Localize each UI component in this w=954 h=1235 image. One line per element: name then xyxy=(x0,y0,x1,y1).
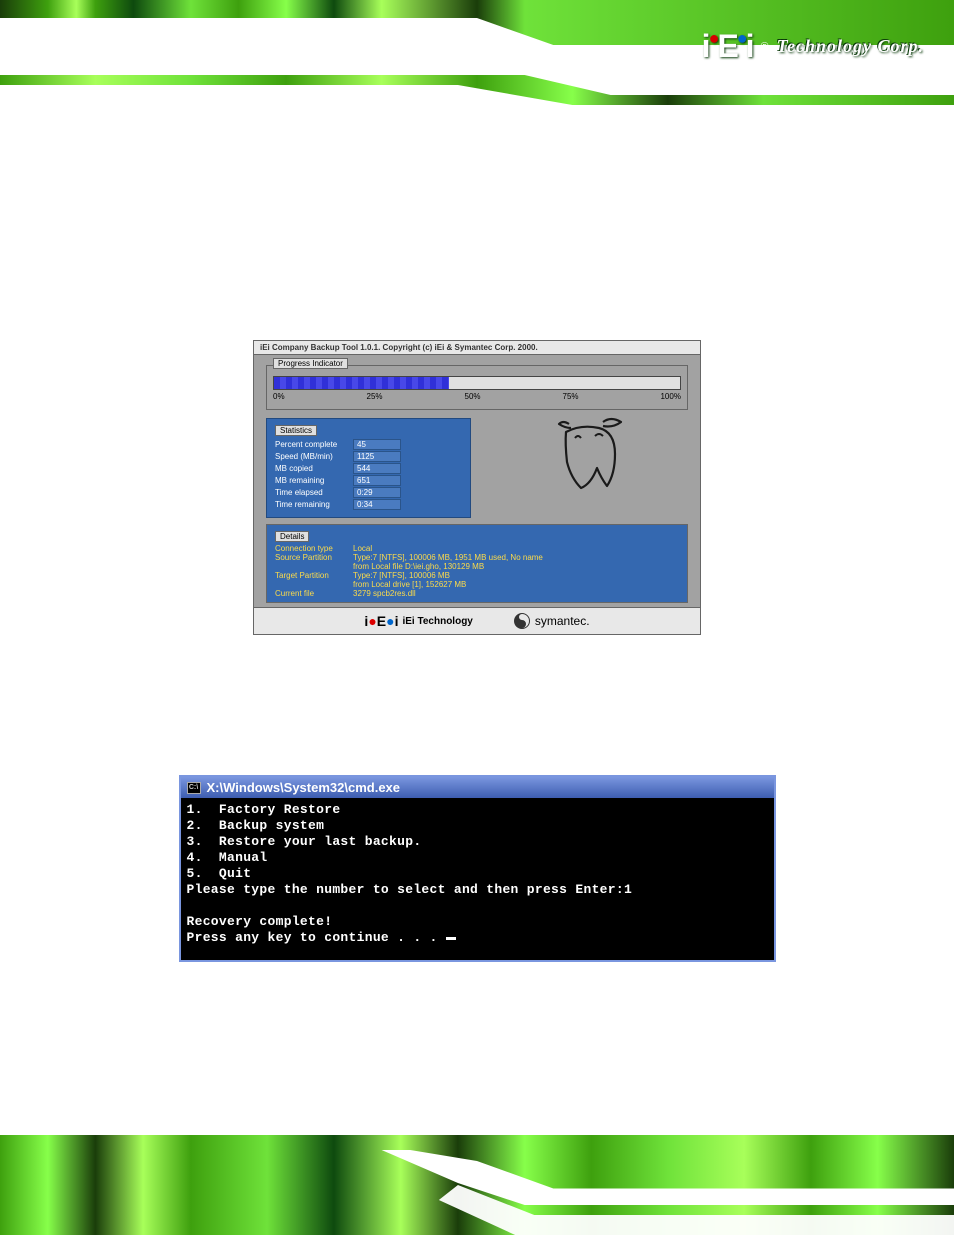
source-partition-label: Source Partition xyxy=(275,553,353,562)
cmd-body[interactable]: 1. Factory Restore 2. Backup system 3. R… xyxy=(181,798,774,960)
cmd-line-5: 5. Quit xyxy=(187,866,252,881)
symantec-icon xyxy=(513,612,531,630)
cmd-titlebar: C:\ X:\Windows\System32\cmd.exe xyxy=(181,777,774,798)
speed-label: Speed (MB/min) xyxy=(275,452,353,461)
details-label: Details xyxy=(275,531,309,542)
cmd-line-4: 4. Manual xyxy=(187,850,268,865)
cmd-complete: Recovery complete! xyxy=(187,914,333,929)
progress-ticks: 0% 25% 50% 75% 100% xyxy=(273,392,681,401)
symantec-footer-logo: symantec. xyxy=(513,612,590,630)
tick-50: 50% xyxy=(465,392,481,401)
ghost-mascot xyxy=(501,418,688,518)
mb-remaining-value: 651 xyxy=(353,475,401,486)
tick-25: 25% xyxy=(367,392,383,401)
cmd-line-2: 2. Backup system xyxy=(187,818,325,833)
statistics-panel: Statistics Percent complete45 Speed (MB/… xyxy=(266,418,471,518)
details-panel: Details Connection typeLocal Source Part… xyxy=(266,524,688,603)
progress-bar xyxy=(273,376,681,390)
iei-footer-logo: i●E●i iEi Technology xyxy=(364,613,472,629)
percent-complete-label: Percent complete xyxy=(275,440,353,449)
time-elapsed-label: Time elapsed xyxy=(275,488,353,497)
tick-75: 75% xyxy=(563,392,579,401)
statistics-label: Statistics xyxy=(275,425,317,436)
mb-copied-label: MB copied xyxy=(275,464,353,473)
time-remaining-label: Time remaining xyxy=(275,500,353,509)
mb-remaining-label: MB remaining xyxy=(275,476,353,485)
page-footer xyxy=(0,1120,954,1235)
mb-copied-value: 544 xyxy=(353,463,401,474)
time-elapsed-value: 0:29 xyxy=(353,487,401,498)
current-file-value: 3279 spcb2res.dll xyxy=(353,589,416,598)
iei-logo: i●E●i xyxy=(702,28,753,65)
connection-type-value: Local xyxy=(353,544,372,553)
cmd-icon: C:\ xyxy=(187,782,201,794)
progress-fill xyxy=(274,377,449,389)
progress-box: Progress Indicator 0% 25% 50% 75% 100% xyxy=(266,365,688,410)
page-header: i●E●i ® Technology Corp. xyxy=(0,0,954,110)
speed-value: 1125 xyxy=(353,451,401,462)
ghost-footer: i●E●i iEi Technology symantec. xyxy=(254,607,700,634)
company-name: Technology Corp. xyxy=(777,36,924,57)
ghost-titlebar: iEi Company Backup Tool 1.0.1. Copyright… xyxy=(254,341,700,355)
cmd-prompt: Please type the number to select and the… xyxy=(187,882,633,897)
current-file-label: Current file xyxy=(275,589,353,598)
registered-mark: ® xyxy=(761,41,769,53)
progress-label: Progress Indicator xyxy=(273,358,348,369)
connection-type-label: Connection type xyxy=(275,544,353,553)
percent-complete-value: 45 xyxy=(353,439,401,450)
tick-0: 0% xyxy=(273,392,285,401)
target-partition-value-1: Type:7 [NTFS], 100006 MB xyxy=(353,571,450,580)
target-partition-value-2: from Local drive [1], 152627 MB xyxy=(353,580,466,589)
tick-100: 100% xyxy=(660,392,680,401)
company-logo-area: i●E●i ® Technology Corp. xyxy=(702,28,924,65)
ghost-icon xyxy=(551,414,631,492)
ghost-backup-window: iEi Company Backup Tool 1.0.1. Copyright… xyxy=(253,340,701,635)
cursor-icon xyxy=(446,937,456,940)
cmd-continue: Press any key to continue . . . xyxy=(187,930,446,945)
cmd-title: X:\Windows\System32\cmd.exe xyxy=(207,780,401,795)
cmd-window: C:\ X:\Windows\System32\cmd.exe 1. Facto… xyxy=(179,775,776,962)
page-content: iEi Company Backup Tool 1.0.1. Copyright… xyxy=(40,130,914,962)
cmd-line-1: 1. Factory Restore xyxy=(187,802,341,817)
target-partition-label: Target Partition xyxy=(275,571,353,580)
source-partition-value-1: Type:7 [NTFS], 100006 MB, 1951 MB used, … xyxy=(353,553,543,562)
source-partition-value-2: from Local file D:\iei.gho, 130129 MB xyxy=(353,562,484,571)
cmd-line-3: 3. Restore your last backup. xyxy=(187,834,422,849)
time-remaining-value: 0:34 xyxy=(353,499,401,510)
